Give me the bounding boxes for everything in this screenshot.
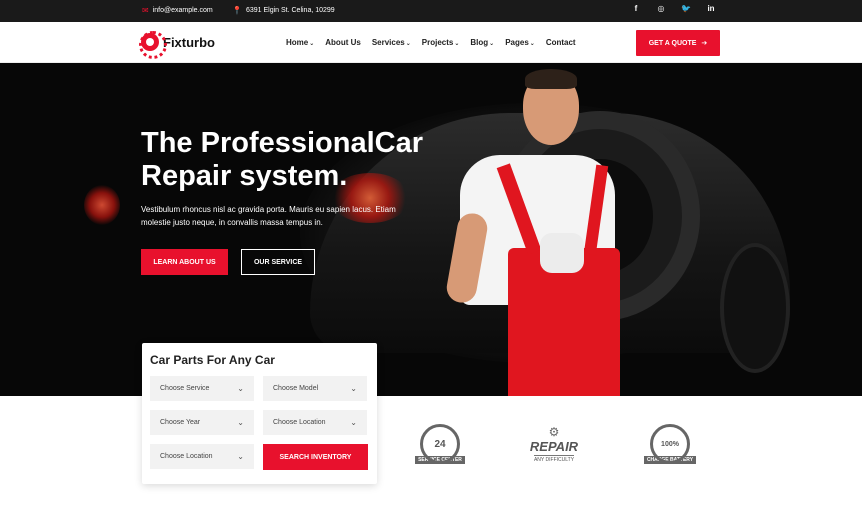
brand-name: Fixturbo: [163, 34, 215, 50]
chevron-down-icon: ⌄: [350, 384, 357, 393]
nav-item-contact[interactable]: Contact: [546, 38, 576, 47]
nav-item-about-us[interactable]: About Us: [325, 38, 361, 47]
chevron-down-icon: ⌄: [405, 41, 411, 47]
choose-year-select[interactable]: Choose Year ⌄: [150, 410, 254, 435]
main-nav: Home⌄ About Us Services⌄ Projects⌄ Blog⌄…: [286, 38, 576, 47]
hero-description: Vestibulum rhoncus nisl ac gravida porta…: [141, 205, 396, 227]
learn-about-us-button[interactable]: LEARN ABOUT US: [141, 249, 228, 275]
car-wheel: [720, 243, 790, 373]
hero-title: The ProfessionalCar Repair system.: [141, 127, 424, 192]
badge-sub-text: ANY DIFFICULTY: [533, 455, 575, 463]
linkedin-icon[interactable]: in: [706, 4, 716, 13]
mechanic-image: [440, 63, 730, 396]
nav-item-pages[interactable]: Pages⌄: [505, 38, 535, 47]
get-a-quote-button[interactable]: GET A QUOTE ➔: [636, 30, 720, 56]
nav-item-home[interactable]: Home⌄: [286, 38, 314, 47]
address-contact: 📍 6391 Elgin St. Celina, 10299: [232, 6, 335, 15]
chevron-down-icon: ⌄: [529, 41, 535, 47]
our-service-button[interactable]: OUR SERVICE: [241, 249, 315, 275]
gear-icon: ⚙: [548, 425, 560, 439]
search-inventory-button[interactable]: SEARCH INVENTORY: [263, 444, 368, 470]
car-parts-search-card: Car Parts For Any Car Choose Service ⌄ Ch…: [142, 343, 377, 484]
top-bar: ✉ info@example.com 📍 6391 Elgin St. Celi…: [0, 0, 862, 22]
facebook-icon[interactable]: f: [631, 4, 641, 13]
service-center-badge: 24 SERVICE CENTER: [408, 420, 472, 468]
chevron-down-icon: ⌄: [309, 41, 315, 47]
twitter-icon[interactable]: 🐦: [681, 4, 691, 13]
choose-location-select-2[interactable]: Choose Location ⌄: [150, 444, 254, 469]
chevron-down-icon: ⌄: [237, 452, 244, 461]
battery-badge: 100% CHARGE BATTERY: [638, 420, 702, 468]
gear-logo-icon: [139, 31, 167, 59]
mail-icon: ✉: [142, 6, 149, 15]
social-links: f ◎ 🐦 in: [631, 4, 716, 13]
thumbs-up-glove: [540, 233, 584, 273]
email-contact[interactable]: ✉ info@example.com: [142, 6, 213, 15]
choose-location-select[interactable]: Choose Location ⌄: [263, 410, 367, 435]
nav-item-projects[interactable]: Projects⌄: [422, 38, 460, 47]
address-text: 6391 Elgin St. Celina, 10299: [245, 7, 335, 14]
hero-section: The ProfessionalCar Repair system. Vesti…: [0, 63, 862, 396]
card-title: Car Parts For Any Car: [150, 353, 275, 367]
choose-service-select[interactable]: Choose Service ⌄: [150, 376, 254, 401]
badge-main-text: REPAIR: [529, 439, 579, 454]
chevron-down-icon: ⌄: [489, 41, 495, 47]
repair-badge: ⚙ REPAIR ANY DIFFICULTY: [522, 420, 586, 468]
chevron-down-icon: ⌄: [350, 418, 357, 427]
location-pin-icon: 📍: [232, 6, 242, 15]
choose-model-select[interactable]: Choose Model ⌄: [263, 376, 367, 401]
nav-item-blog[interactable]: Blog⌄: [470, 38, 494, 47]
tail-light: [84, 185, 120, 225]
brand-logo[interactable]: Fixturbo: [139, 31, 215, 59]
instagram-icon[interactable]: ◎: [656, 4, 666, 13]
battery-badge-icon: 100%: [650, 424, 690, 464]
mechanic-hair: [525, 69, 577, 89]
email-text: info@example.com: [152, 7, 213, 14]
arrow-right-icon: ➔: [701, 40, 708, 47]
chevron-down-icon: ⌄: [454, 41, 460, 47]
chevron-down-icon: ⌄: [237, 418, 244, 427]
chevron-down-icon: ⌄: [237, 384, 244, 393]
24h-badge-icon: 24: [420, 424, 460, 464]
main-header: Fixturbo Home⌄ About Us Services⌄ Projec…: [0, 22, 862, 63]
nav-item-services[interactable]: Services⌄: [372, 38, 411, 47]
